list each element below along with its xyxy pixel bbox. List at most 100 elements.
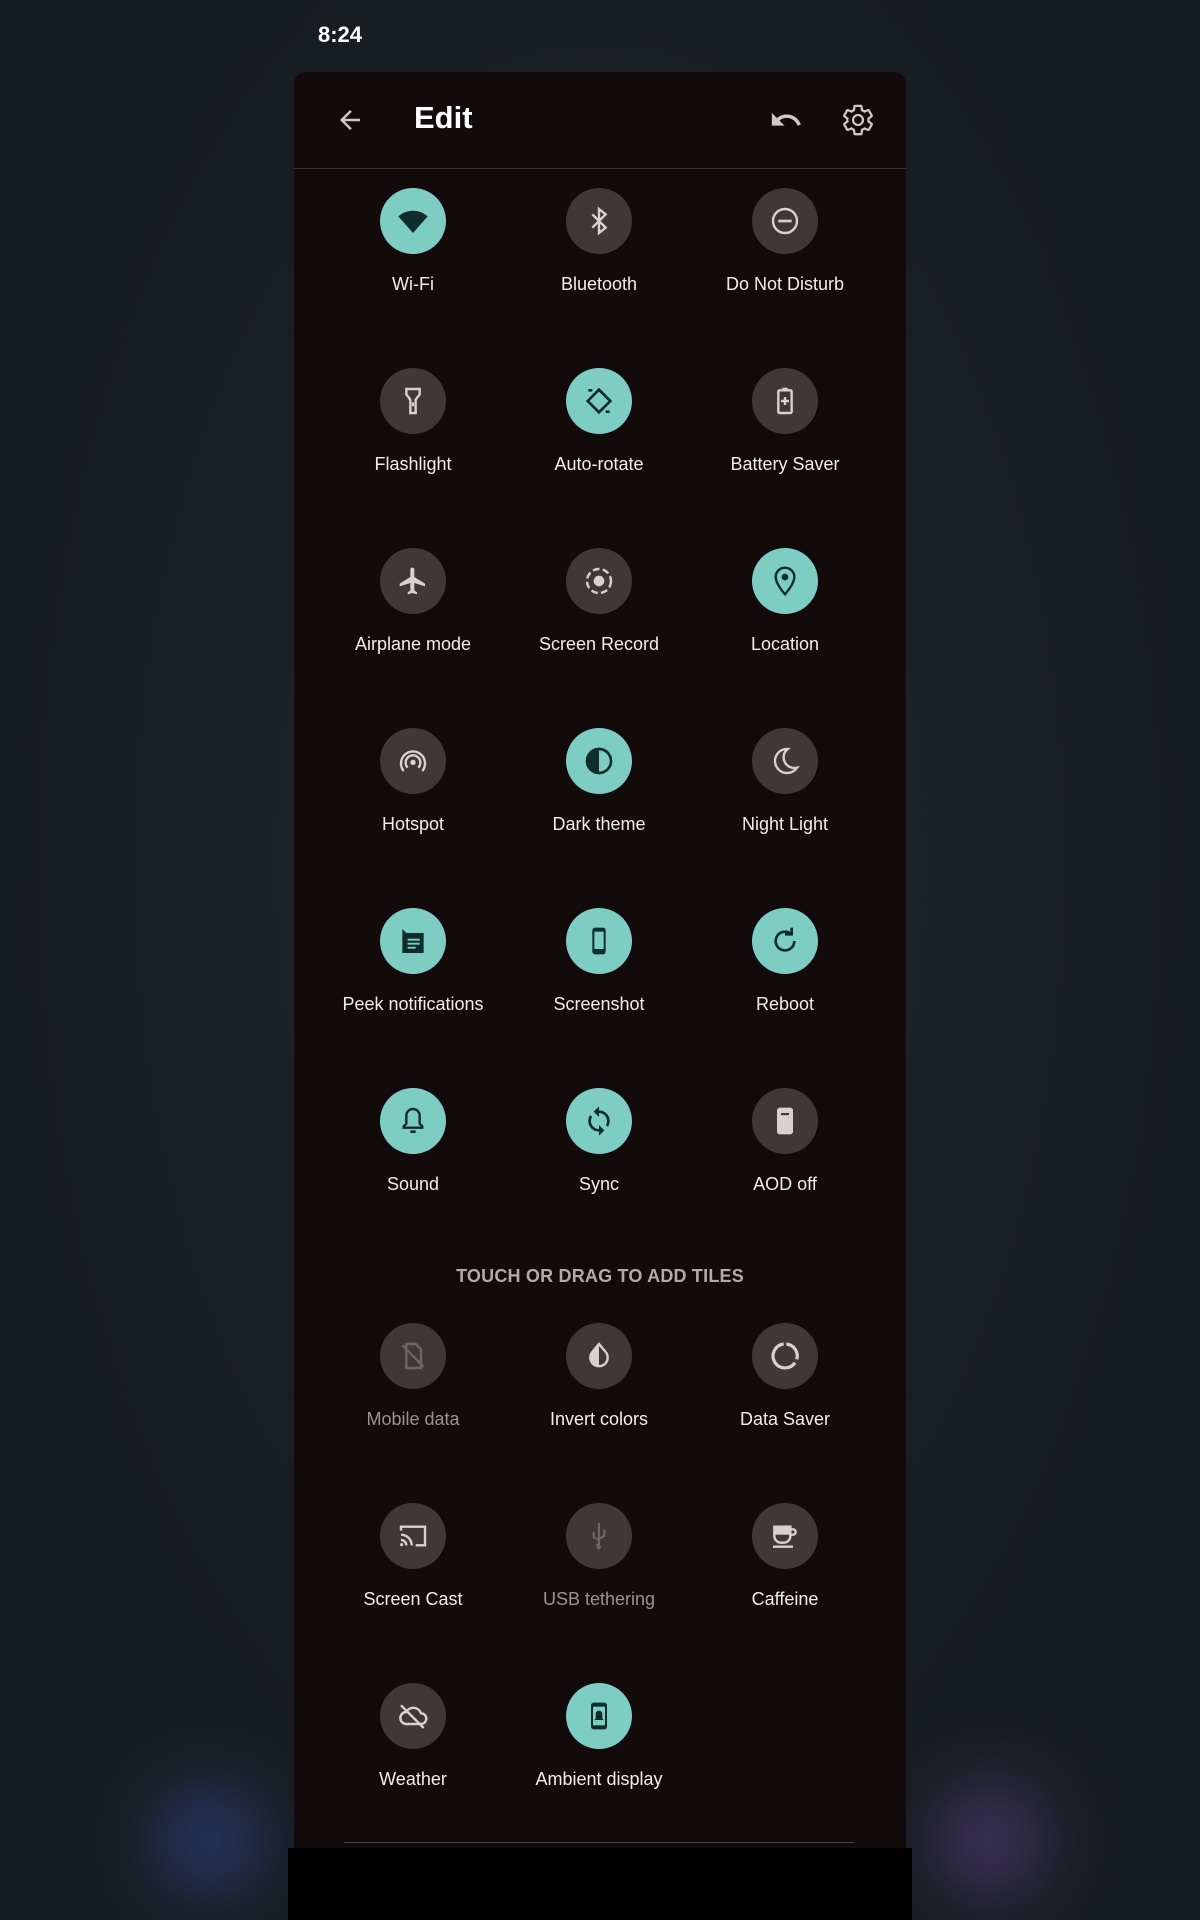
- tile-sound[interactable]: Sound: [320, 1088, 506, 1238]
- tile-screen-cast[interactable]: Screen Cast: [320, 1503, 506, 1653]
- tile-label: Night Light: [741, 814, 829, 834]
- invert-colors-icon: [583, 1340, 615, 1372]
- tile-label: Do Not Disturb: [725, 274, 845, 294]
- ambient-display-icon: [583, 1700, 615, 1732]
- wallpaper-glow-right: [940, 1790, 1040, 1890]
- tile-icon-circle[interactable]: [752, 1088, 818, 1154]
- tile-icon-circle[interactable]: [566, 1503, 632, 1569]
- tile-icon-circle[interactable]: [752, 548, 818, 614]
- tile-reboot[interactable]: Reboot: [692, 908, 878, 1058]
- tile-icon-circle[interactable]: [752, 1503, 818, 1569]
- tile-mobile-data[interactable]: Mobile data: [320, 1323, 506, 1473]
- aod-icon: [769, 1105, 801, 1137]
- tile-icon-circle[interactable]: [380, 1323, 446, 1389]
- tile-icon-circle[interactable]: [566, 1683, 632, 1749]
- tile-usb-tethering[interactable]: USB tethering: [506, 1503, 692, 1653]
- weather-cloud-off-icon: [397, 1700, 429, 1732]
- back-button[interactable]: [328, 98, 372, 142]
- do-not-disturb-icon: [769, 205, 801, 237]
- tile-icon-circle[interactable]: [380, 548, 446, 614]
- dark-theme-icon: [583, 745, 615, 777]
- tile-auto-rotate[interactable]: Auto-rotate: [506, 368, 692, 518]
- tile-icon-circle[interactable]: [566, 1088, 632, 1154]
- tile-icon-circle[interactable]: [566, 368, 632, 434]
- tile-battery-saver[interactable]: Battery Saver: [692, 368, 878, 518]
- reset-button[interactable]: [764, 98, 808, 142]
- tile-bluetooth[interactable]: Bluetooth: [506, 188, 692, 338]
- location-icon: [769, 565, 801, 597]
- tile-screenshot[interactable]: Screenshot: [506, 908, 692, 1058]
- tile-icon-circle[interactable]: [380, 188, 446, 254]
- tile-label: Data Saver: [739, 1409, 831, 1429]
- tile-invert-colors[interactable]: Invert colors: [506, 1323, 692, 1473]
- tile-icon-circle[interactable]: [566, 188, 632, 254]
- flashlight-icon: [397, 385, 429, 417]
- tile-do-not-disturb[interactable]: Do Not Disturb: [692, 188, 878, 338]
- tile-icon-circle[interactable]: [566, 728, 632, 794]
- tile-icon-circle[interactable]: [380, 1503, 446, 1569]
- battery-saver-icon: [769, 385, 801, 417]
- mobile-data-off-icon: [397, 1340, 429, 1372]
- tile-icon-circle[interactable]: [380, 728, 446, 794]
- tile-icon-circle[interactable]: [752, 728, 818, 794]
- screen-record-icon: [583, 565, 615, 597]
- tile-hotspot[interactable]: Hotspot: [320, 728, 506, 878]
- tile-label: Battery Saver: [730, 454, 840, 474]
- tile-icon-circle[interactable]: [380, 368, 446, 434]
- data-saver-icon: [769, 1340, 801, 1372]
- page-title: Edit: [414, 100, 473, 135]
- bluetooth-icon: [583, 205, 615, 237]
- tile-icon-circle[interactable]: [566, 1323, 632, 1389]
- settings-button[interactable]: [836, 98, 880, 142]
- airplane-icon: [397, 565, 429, 597]
- tile-ambient-display[interactable]: Ambient display: [506, 1683, 692, 1833]
- screenshot-icon: [583, 925, 615, 957]
- peek-notifications-icon: [397, 925, 429, 957]
- tile-night-light[interactable]: Night Light: [692, 728, 878, 878]
- tile-icon-circle[interactable]: [380, 1088, 446, 1154]
- wallpaper-glow-left: [160, 1790, 260, 1890]
- tile-weather[interactable]: Weather: [320, 1683, 506, 1833]
- edit-panel: Edit Wi-Fi Bluetooth Do Not Disturb Flashli…: [294, 72, 906, 1892]
- tile-icon-circle[interactable]: [752, 1323, 818, 1389]
- tile-icon-circle[interactable]: [752, 368, 818, 434]
- tile-icon-circle[interactable]: [566, 548, 632, 614]
- tile-dark-theme[interactable]: Dark theme: [506, 728, 692, 878]
- edit-header: Edit: [294, 72, 906, 169]
- tile-label: AOD off: [753, 1174, 817, 1194]
- undo-icon: [771, 112, 801, 126]
- tile-aod-off[interactable]: AOD off: [692, 1088, 878, 1238]
- tile-airplane-mode[interactable]: Airplane mode: [320, 548, 506, 698]
- auto-rotate-icon: [583, 385, 615, 417]
- tile-flashlight[interactable]: Flashlight: [320, 368, 506, 518]
- tile-label: Location: [750, 634, 820, 654]
- wifi-icon: [397, 205, 429, 237]
- sound-bell-icon: [397, 1105, 429, 1137]
- screen-cast-icon: [397, 1520, 429, 1552]
- tile-caffeine[interactable]: Caffeine: [692, 1503, 878, 1653]
- tile-icon-circle[interactable]: [380, 1683, 446, 1749]
- tile-location[interactable]: Location: [692, 548, 878, 698]
- tile-peek-notifications[interactable]: Peek notifications: [320, 908, 506, 1058]
- tile-icon-circle[interactable]: [566, 908, 632, 974]
- add-tiles-heading: TOUCH OR DRAG TO ADD TILES: [456, 1266, 744, 1286]
- hotspot-icon: [397, 745, 429, 777]
- sync-icon: [583, 1105, 615, 1137]
- status-time: 8:24: [318, 22, 363, 47]
- tile-label: Reboot: [755, 994, 815, 1014]
- tile-icon-circle[interactable]: [380, 908, 446, 974]
- tile-screen-record[interactable]: Screen Record: [506, 548, 692, 698]
- divider: [344, 1842, 854, 1843]
- caffeine-icon: [769, 1520, 801, 1552]
- night-light-icon: [769, 745, 801, 777]
- usb-icon: [583, 1520, 615, 1552]
- tile-icon-circle[interactable]: [752, 908, 818, 974]
- tile-label: Ambient display: [535, 1769, 663, 1789]
- back-arrow-icon: [340, 110, 360, 130]
- reboot-icon: [769, 925, 801, 957]
- tile-icon-circle[interactable]: [752, 188, 818, 254]
- tile-data-saver[interactable]: Data Saver: [692, 1323, 878, 1473]
- tile-label: Caffeine: [751, 1589, 819, 1609]
- tile-sync[interactable]: Sync: [506, 1088, 692, 1238]
- tile-wi-fi[interactable]: Wi-Fi: [320, 188, 506, 338]
